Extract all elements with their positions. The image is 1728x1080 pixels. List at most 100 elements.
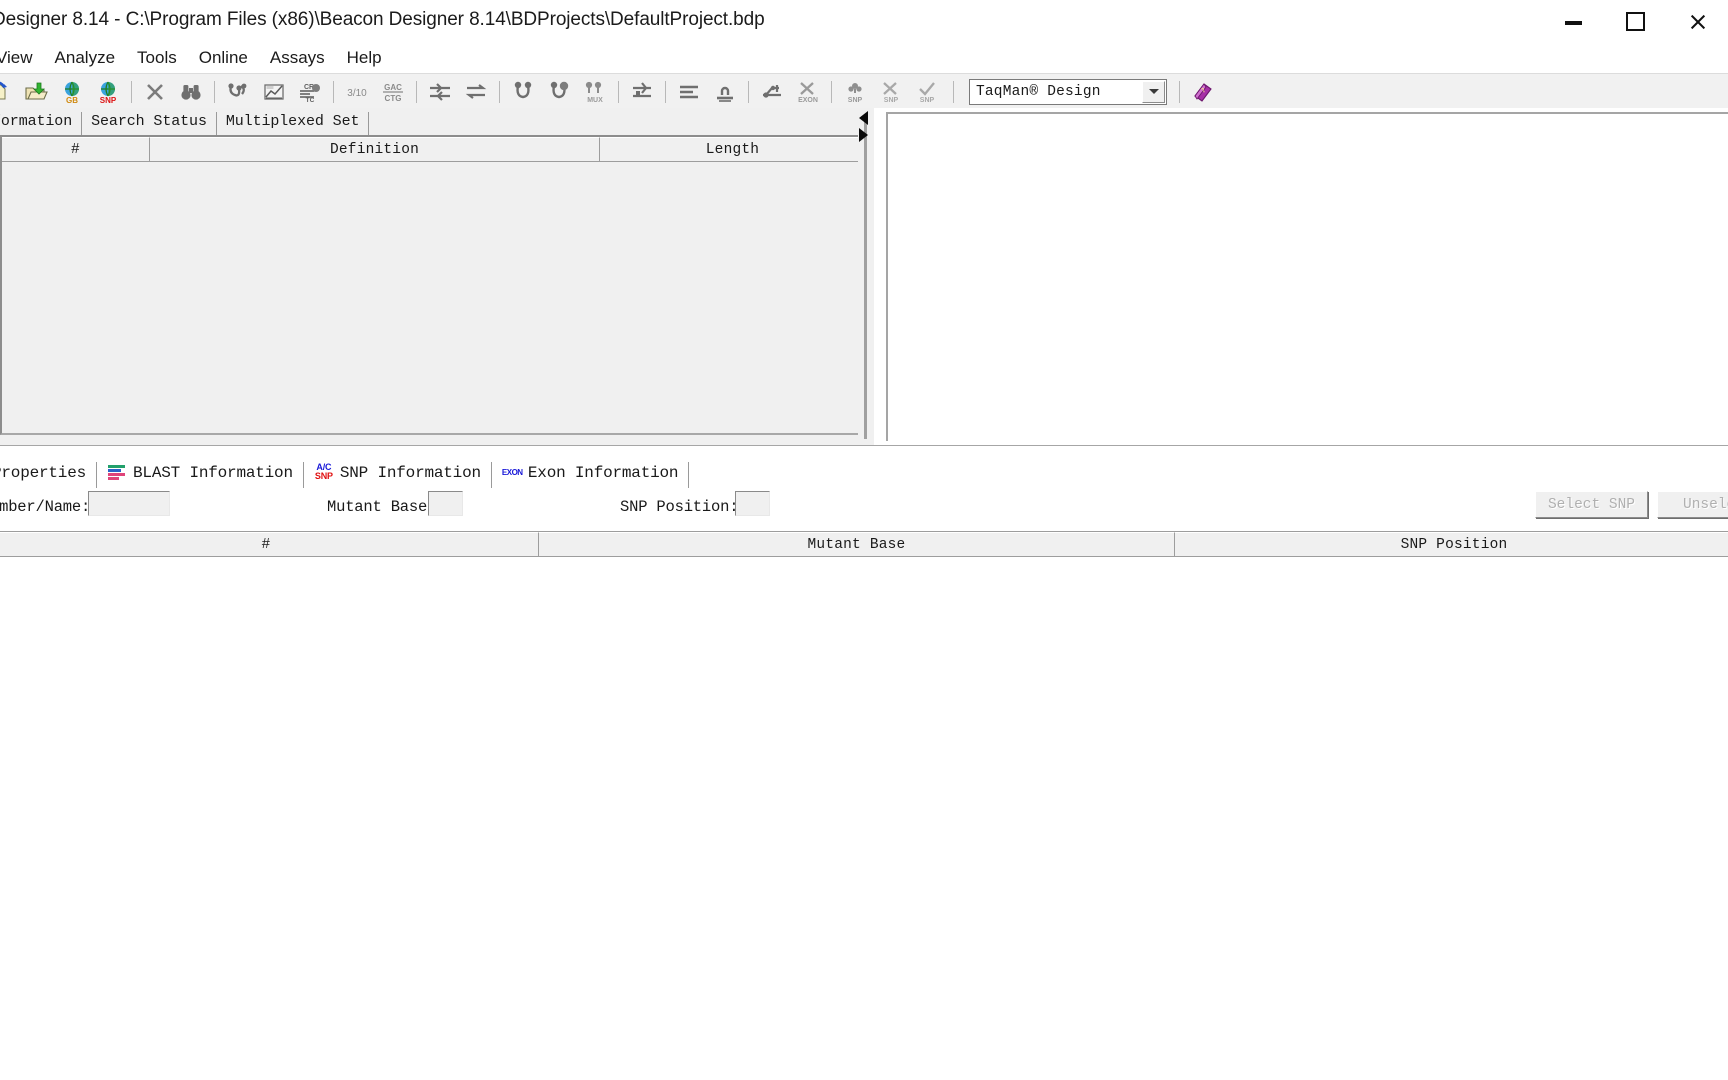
sequence-detail-pane[interactable] [886,112,1728,441]
upper-workspace: formation Search Status Multiplexed Set … [0,108,1728,445]
menu-item-tools[interactable]: Tools [126,48,188,68]
svg-text:SNP: SNP [920,97,935,104]
mutant-base-input[interactable] [428,491,463,516]
menu-item-help[interactable]: Help [336,48,393,68]
application-window: Designer 8.14 - C:\Program Files (x86)\B… [0,0,1728,1080]
panel-divider [0,445,1728,450]
tab-blast-information[interactable]: BLAST Information [97,462,304,488]
menu-item-view[interactable]: View [0,48,44,68]
chart-graph-icon[interactable] [256,76,292,107]
close-icon [1689,13,1706,30]
toolbar-separator [214,80,215,103]
toolbar: GB SNP CR TC 3/10 GAC CTG MUX EXON SNP S… [0,73,1728,110]
menu-item-analyze[interactable]: Analyze [44,48,126,68]
menu-bar: View Analyze Tools Online Assays Help [0,42,1728,73]
find-binoculars-icon[interactable] [173,76,209,107]
tab-exon-information[interactable]: EXON Exon Information [492,462,690,488]
multiplex-icon[interactable]: MUX [577,76,613,107]
design-mode-dropdown[interactable]: TaqMan® Design [969,78,1167,105]
primer-pair-icon[interactable] [458,76,494,107]
toolbar-separator [665,80,666,103]
column-header-mutant-base[interactable]: Mutant Base [539,532,1175,557]
new-document-icon[interactable] [0,76,18,107]
column-header-number[interactable]: # [2,137,150,162]
column-header-definition[interactable]: Definition [150,137,600,162]
blast-icon [107,463,127,483]
toolbar-separator [416,80,417,103]
column-header-snp-position[interactable]: SNP Position [1175,532,1728,557]
accession-number-input[interactable] [88,491,170,516]
open-project-icon[interactable] [18,76,54,107]
select-snp-button[interactable]: Select SNP [1535,491,1648,518]
minimize-button[interactable] [1542,0,1604,42]
svg-text:GB: GB [66,96,78,104]
sequence-grid-body[interactable] [2,162,866,433]
alignment-icon[interactable] [671,76,707,107]
menu-item-assays[interactable]: Assays [259,48,336,68]
tab-properties-label: Properties [0,464,87,482]
exon-delete-icon[interactable]: EXON [790,76,826,107]
snp-position-label: SNP Position: [620,498,739,516]
sequence-list-pane: formation Search Status Multiplexed Set … [0,108,874,445]
molecular-beacon-icon[interactable] [505,76,541,107]
probe-design-icon[interactable] [624,76,660,107]
tab-properties[interactable]: Properties [0,462,98,488]
tab-snp-information[interactable]: A/C SNP SNP Information [304,462,492,488]
tab-search-status[interactable]: Search Status [82,112,217,135]
snp-add-icon[interactable]: SNP [837,76,873,107]
lower-tab-row: Properties BLAST Information A/C SNP SNP … [0,455,1728,488]
svg-text:EXON: EXON [798,97,818,104]
close-button[interactable] [1666,0,1728,42]
exon-junction-icon[interactable] [754,76,790,107]
svg-text:MUX: MUX [587,97,603,104]
column-header-length[interactable]: Length [600,137,866,162]
svg-text:SNP: SNP [848,97,863,104]
collapse-left-arrow[interactable] [859,111,868,125]
ratio-3-10-icon[interactable]: 3/10 [339,76,375,107]
svg-text:TC: TC [306,97,315,104]
snp-position-input[interactable] [735,491,770,516]
snp-search-icon[interactable]: SNP [90,76,126,107]
tab-multiplexed-set[interactable]: Multiplexed Set [217,112,370,135]
toolbar-separator [953,80,954,103]
tab-exon-information-label: Exon Information [527,464,679,482]
splitter-line [864,114,867,439]
snp-delete-icon[interactable]: SNP [873,76,909,107]
snp-check-icon[interactable]: SNP [909,76,945,107]
snp-grid-header: # Mutant Base SNP Position [0,531,1728,557]
pane-splitter[interactable] [858,108,872,445]
svg-text:GAC: GAC [384,83,402,92]
chevron-down-icon[interactable] [1142,80,1165,103]
template-structure-icon[interactable]: CR TC [292,76,328,107]
maximize-icon [1625,11,1645,31]
column-header-number[interactable]: # [0,532,539,557]
sequence-grid: # Definition Length [0,135,868,435]
snp-grid-body[interactable] [0,557,1728,1080]
svg-text:3/10: 3/10 [347,88,367,99]
primer-design-icon[interactable] [422,76,458,107]
molecular-beacon-alt-icon[interactable] [541,76,577,107]
menu-item-online[interactable]: Online [188,48,259,68]
collapse-right-arrow[interactable] [859,128,868,142]
tab-sequence-information[interactable]: formation [0,112,83,135]
exon-icon: EXON [501,468,523,477]
toolbar-separator [748,80,749,103]
maximize-button[interactable] [1604,0,1666,42]
toolbar-separator [831,80,832,103]
secondary-structure-icon[interactable] [220,76,256,107]
minimize-icon [1564,21,1582,25]
help-book-icon[interactable]: ? [1185,76,1221,107]
snp-form-row: umber/Name: Mutant Base: SNP Position: S… [0,490,1728,526]
toolbar-separator [131,80,132,103]
genbank-search-icon[interactable]: GB [54,76,90,107]
window-title: Designer 8.14 - C:\Program Files (x86)\B… [0,9,765,30]
unselect-snp-button[interactable]: Unselec [1657,491,1728,518]
delete-icon[interactable] [137,76,173,107]
hairpin-loop-icon[interactable] [707,76,743,107]
window-controls [1542,0,1728,42]
toolbar-separator [499,80,500,103]
toolbar-separator [333,80,334,103]
tab-snp-information-label: SNP Information [339,464,481,482]
design-mode-value: TaqMan® Design [976,83,1101,100]
codon-gac-ctg-icon[interactable]: GAC CTG [375,76,411,107]
